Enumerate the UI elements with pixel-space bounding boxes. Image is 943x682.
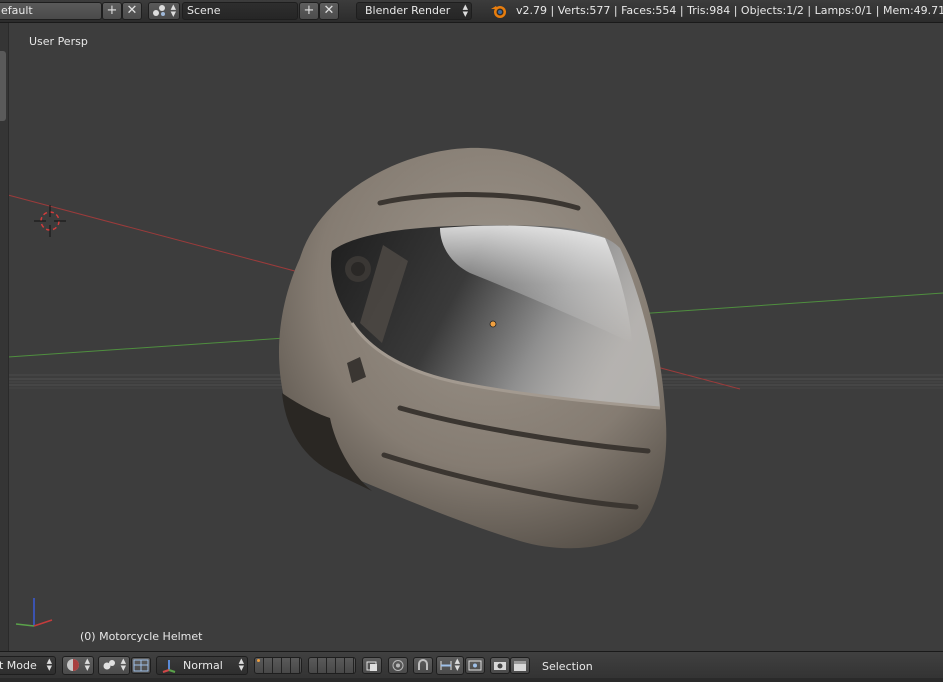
scene-icon xyxy=(153,5,165,16)
pivot-icon xyxy=(103,660,115,670)
updown-arrows-icon: ▲ ▼ xyxy=(46,657,52,672)
updown-arrows-icon: ▲ ▼ xyxy=(120,657,126,672)
updown-arrows-icon: ▲ ▼ xyxy=(170,3,176,18)
delete-scene-button[interactable]: ✕ xyxy=(319,2,339,20)
manipulator-toggle[interactable] xyxy=(131,657,151,674)
lock-layers-button[interactable] xyxy=(362,657,382,674)
updown-arrows-icon: ▲ ▼ xyxy=(454,657,460,672)
snap-toggle-button[interactable] xyxy=(413,657,433,674)
magnet-icon xyxy=(418,659,428,670)
delete-layout-button[interactable]: ✕ xyxy=(122,2,142,20)
viewport-shading-dropdown[interactable]: ▲ ▼ xyxy=(62,656,94,675)
render-opengl-still-button[interactable] xyxy=(490,657,510,674)
proportional-edit-icon xyxy=(392,660,404,671)
updown-arrows-icon: ▲ ▼ xyxy=(462,3,468,18)
close-icon: ✕ xyxy=(126,3,138,18)
updown-arrows-icon: ▲ ▼ xyxy=(84,657,90,672)
info-header: efault + ✕ ▲ ▼ Scene + ✕ Blender Render ▲… xyxy=(0,0,943,23)
blender-logo-icon xyxy=(491,6,506,18)
active-layer-dot-icon xyxy=(257,659,260,662)
motorcycle-helmet-mesh[interactable] xyxy=(278,147,667,549)
axis-gizmo-icon xyxy=(15,598,53,627)
active-object-label: (0) Motorcycle Helmet xyxy=(80,630,203,643)
grid-icon xyxy=(133,659,149,672)
scene-layers-group-1[interactable] xyxy=(254,657,302,674)
screen-layout-name: efault xyxy=(1,4,33,17)
camera-icon xyxy=(494,662,506,670)
plus-icon: + xyxy=(303,3,315,18)
object-origin-icon xyxy=(489,320,497,328)
scene-name-field[interactable]: Scene xyxy=(182,2,298,20)
snap-target-icon xyxy=(468,660,482,671)
transform-axes-icon xyxy=(162,660,176,673)
plus-icon: + xyxy=(106,3,118,18)
close-icon: ✕ xyxy=(323,3,335,18)
snap-element-dropdown[interactable]: ▲ ▼ xyxy=(436,656,464,675)
3d-cursor-icon[interactable] xyxy=(34,205,66,237)
3d-viewport[interactable]: User Persp (0) Motorcycle Helmet xyxy=(0,23,943,651)
toolshelf-tab[interactable] xyxy=(0,51,6,121)
pivot-point-dropdown[interactable]: ▲ ▼ xyxy=(98,656,130,675)
scene-layers-group-2[interactable] xyxy=(308,657,356,674)
updown-arrows-icon: ▲ ▼ xyxy=(238,657,244,672)
transform-orientation-dropdown[interactable]: Normal ▲ ▼ xyxy=(156,656,248,675)
interaction-mode-dropdown[interactable]: t Mode ▲ ▼ xyxy=(0,656,56,675)
layer-lock-icon xyxy=(366,661,377,671)
screen-layout-field[interactable]: efault xyxy=(0,2,102,20)
proportional-editing-button[interactable] xyxy=(388,657,408,674)
add-scene-button[interactable]: + xyxy=(299,2,319,20)
scene-statistics: v2.79 | Verts:577 | Faces:554 | Tris:984… xyxy=(516,4,943,17)
viewport-scene xyxy=(7,147,943,627)
3d-view-header: t Mode ▲ ▼ ▲ ▼ ▲ ▼ Normal ▲ ▼ ▲ ▼ Select… xyxy=(0,651,943,679)
view-perspective-label: User Persp xyxy=(29,35,88,48)
interaction-mode-label: t Mode xyxy=(0,659,37,672)
clapperboard-icon xyxy=(514,661,526,671)
selection-label: Selection xyxy=(542,660,593,673)
scene-selector-button[interactable]: ▲ ▼ xyxy=(148,2,180,20)
render-engine-label: Blender Render xyxy=(365,4,451,17)
render-engine-dropdown[interactable]: Blender Render ▲ ▼ xyxy=(356,2,472,20)
render-opengl-animation-button[interactable] xyxy=(510,657,530,674)
shading-sphere-icon xyxy=(67,659,79,671)
add-layout-button[interactable]: + xyxy=(102,2,122,20)
window-bottom-edge xyxy=(0,678,943,682)
transform-orientation-label: Normal xyxy=(183,659,223,672)
snap-target-button[interactable] xyxy=(465,657,485,674)
scene-name: Scene xyxy=(187,4,221,17)
snap-increment-icon xyxy=(440,661,452,670)
